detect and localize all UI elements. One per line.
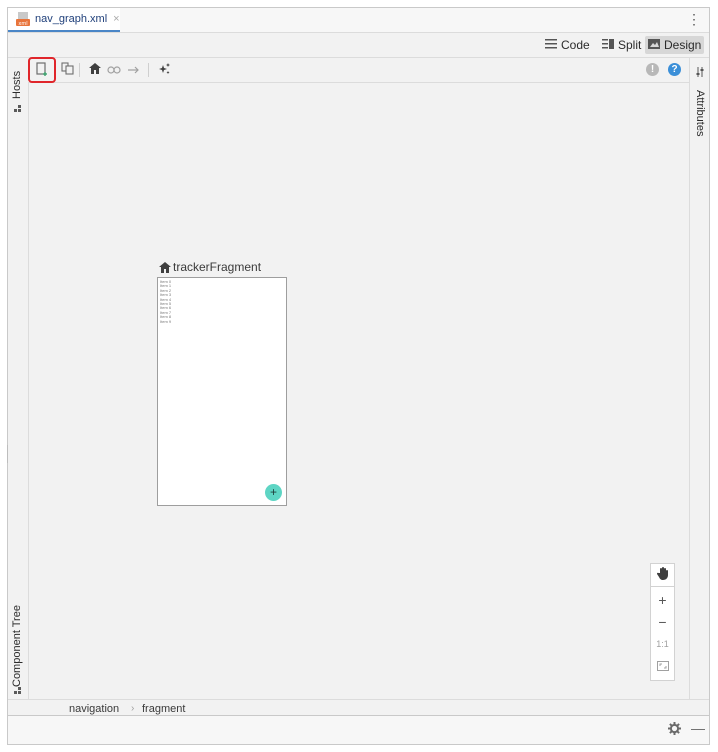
fragment-title[interactable]: trackerFragment: [159, 260, 261, 274]
auto-arrange-button[interactable]: [153, 60, 175, 80]
design-icon: [648, 38, 660, 52]
warning-icon[interactable]: !: [646, 63, 659, 76]
view-mode-bar: Code Split Design: [8, 33, 709, 58]
svg-text:xml: xml: [18, 21, 27, 26]
component-tree-panel-tab[interactable]: Component Tree: [11, 605, 23, 687]
fragment-item-list: Item 0 Item 1 Item 2 Item 3 Item 4 Item …: [160, 279, 172, 324]
hand-icon: [656, 567, 669, 583]
help-icon[interactable]: ?: [668, 63, 681, 76]
tab-nav-graph[interactable]: xml nav_graph.xml ×: [8, 8, 120, 32]
code-mode-label: Code: [561, 38, 590, 52]
sparkle-icon: [158, 62, 171, 78]
zoom-to-fit-button[interactable]: [651, 655, 674, 677]
arrow-right-icon: [128, 63, 140, 77]
zoom-stack: + − 1:1: [650, 586, 675, 681]
tab-label: nav_graph.xml: [35, 13, 108, 25]
zoom-out-button[interactable]: −: [651, 611, 674, 633]
code-icon: [545, 38, 557, 52]
code-mode-button[interactable]: Code: [542, 36, 593, 54]
fit-screen-icon: [656, 658, 669, 674]
component-tree-icon: [14, 687, 21, 694]
new-destination-button[interactable]: [28, 57, 56, 83]
breadcrumb-fragment[interactable]: fragment: [142, 703, 185, 715]
minimize-icon[interactable]: —: [691, 720, 705, 736]
breadcrumb-navigation[interactable]: navigation: [69, 703, 119, 715]
xml-file-icon: xml: [16, 12, 30, 27]
home-icon: [159, 261, 171, 273]
nested-graph-button[interactable]: [56, 60, 78, 80]
hosts-panel-tab[interactable]: Hosts: [11, 71, 23, 99]
link-icon: [107, 63, 121, 77]
design-toolbar: ! ?: [28, 57, 689, 83]
fab-add-button: +: [265, 484, 282, 501]
toolbar-separator: [148, 63, 149, 77]
attributes-icon: [695, 66, 705, 80]
tab-close-icon[interactable]: ×: [113, 13, 119, 25]
status-bar: —: [7, 716, 710, 745]
toolbar-separator: [79, 63, 80, 77]
navigation-canvas[interactable]: trackerFragment Item 0 Item 1 Item 2 Ite…: [29, 83, 689, 699]
list-item: Item 9: [160, 318, 172, 324]
zoom-actual-size-button[interactable]: 1:1: [651, 633, 674, 655]
editor-window: xml nav_graph.xml × ⋮ Code Split Design: [7, 7, 710, 716]
right-tool-strip: Attributes: [689, 58, 709, 699]
split-icon: [602, 38, 614, 52]
breadcrumb-separator: ›: [131, 703, 135, 714]
split-mode-button[interactable]: Split: [599, 36, 644, 54]
fragment-name: trackerFragment: [173, 260, 262, 274]
pan-button[interactable]: [650, 563, 675, 587]
nested-graph-icon: [60, 62, 74, 78]
window-edge-mark: [7, 445, 8, 463]
hosts-icon: [14, 105, 21, 112]
split-mode-label: Split: [618, 38, 642, 52]
gear-icon[interactable]: [668, 722, 681, 738]
design-mode-label: Design: [664, 38, 702, 52]
link-button[interactable]: [103, 60, 125, 80]
zoom-in-button[interactable]: +: [651, 589, 674, 611]
tab-bar: xml nav_graph.xml × ⋮: [8, 8, 709, 33]
design-mode-button[interactable]: Design: [645, 36, 705, 54]
left-tool-strip: Hosts Component Tree: [8, 58, 29, 699]
more-vertical-icon[interactable]: ⋮: [687, 12, 701, 26]
new-destination-icon: [36, 61, 48, 79]
fragment-preview[interactable]: Item 0 Item 1 Item 2 Item 3 Item 4 Item …: [157, 277, 287, 506]
attributes-panel-tab[interactable]: Attributes: [694, 90, 706, 136]
add-action-button[interactable]: [123, 60, 145, 80]
home-icon: [89, 63, 101, 77]
breadcrumb: navigation › fragment: [8, 699, 709, 715]
